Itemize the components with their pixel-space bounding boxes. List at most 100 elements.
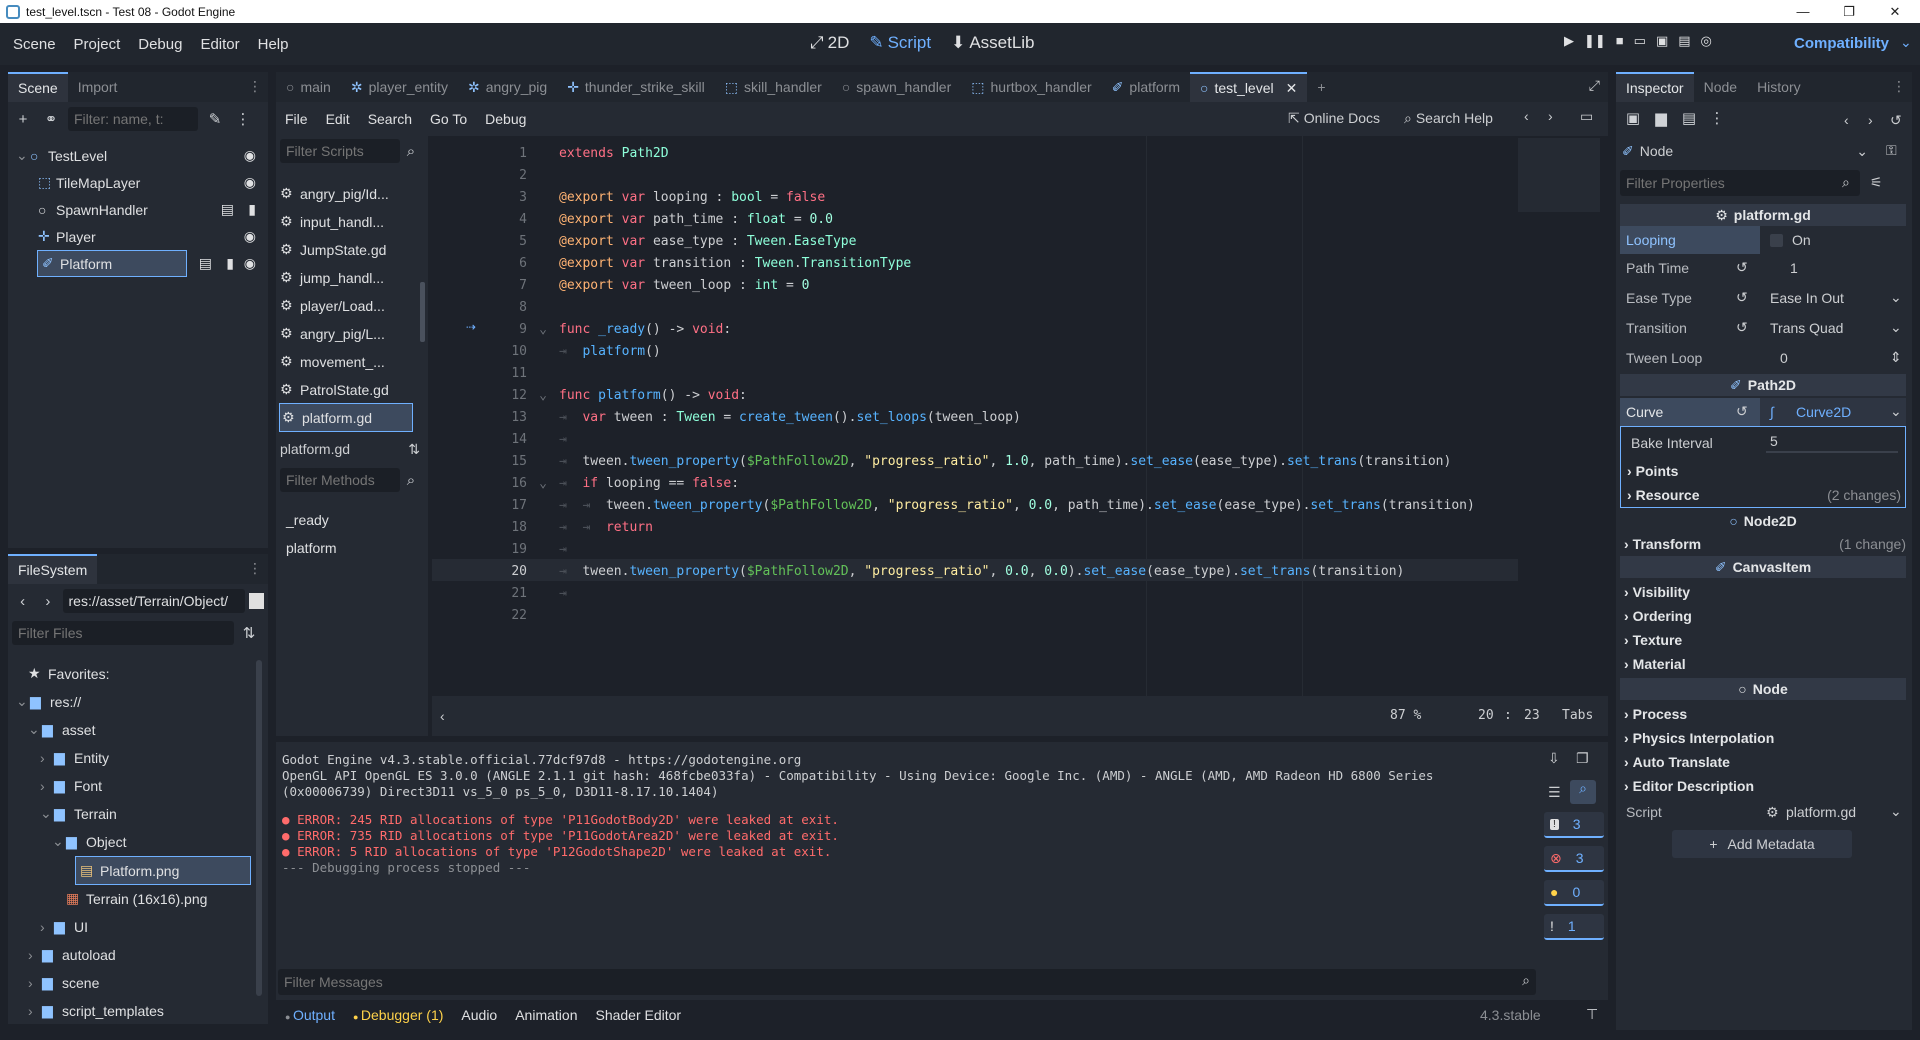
menu-project[interactable]: Project <box>65 36 130 53</box>
tab-spawn-handler[interactable]: ○ spawn_handler <box>832 72 961 102</box>
tree-node-player[interactable]: ✛ Player ◉ <box>38 223 264 250</box>
script-menu-goto[interactable]: Go To <box>421 111 476 127</box>
clear-log-icon[interactable]: ⇩ <box>1548 750 1560 767</box>
visibility-group[interactable]: › Visibility <box>1624 582 1850 602</box>
editor-description-group[interactable]: › Editor Description <box>1624 776 1850 796</box>
path-time-field[interactable]: 1 <box>1790 260 1798 276</box>
code-line[interactable]: 13 ⇥ var tween : Tween = create_tween (). s… <box>432 406 1020 428</box>
code-line[interactable]: 5 @export var ease_type : Tween. EaseType <box>432 230 856 252</box>
texture-group[interactable]: › Texture <box>1624 630 1850 650</box>
filter-files-input[interactable] <box>12 621 234 645</box>
path-field[interactable]: res://asset/Terrain/Object/ <box>62 589 245 613</box>
file-item-font[interactable]: › ▆ Font <box>40 772 102 799</box>
code-line[interactable]: 17 ⇥ ⇥ tween. tween_property($PathFollow2D… <box>432 494 1474 516</box>
file-item-favorites[interactable]: ★ Favorites: <box>28 660 109 687</box>
method-item[interactable]: _ready <box>286 506 329 533</box>
points-group[interactable]: › Points <box>1627 461 1853 481</box>
filter-scripts-input[interactable] <box>280 139 400 163</box>
tab-audio[interactable]: Audio <box>452 1007 506 1023</box>
tab-thunder-strike-skill[interactable]: ✛ thunder_strike_skill <box>557 72 715 102</box>
script-item[interactable]: ⚙ movement_... <box>280 348 385 375</box>
fold-gutter[interactable]: ⌄ <box>527 388 559 403</box>
code-line[interactable]: 22 <box>432 604 559 626</box>
script-item-selected[interactable]: ⚙ platform.gd <box>279 403 413 432</box>
back-icon[interactable]: ‹ <box>1844 112 1849 128</box>
search-help-button[interactable]: ⌕ Search Help <box>1404 110 1493 127</box>
file-item-terrain-png[interactable]: ▦ Terrain (16x16).png <box>66 885 207 912</box>
code-line[interactable]: 21 ⇥ <box>432 582 566 604</box>
script-item[interactable]: ⚙ PatrolState.gd <box>280 376 389 403</box>
script-menu-edit[interactable]: Edit <box>317 111 359 127</box>
distraction-free-icon[interactable]: ⤢ <box>1589 77 1600 94</box>
back-icon[interactable]: ‹ <box>12 590 33 612</box>
next-script-icon[interactable]: › <box>1548 108 1553 124</box>
workspace-2d-button[interactable]: ⤢ 2D <box>800 33 859 53</box>
revert-icon[interactable]: ↺ <box>1736 289 1748 306</box>
script-attached-icon[interactable]: ▮ <box>248 201 256 218</box>
code-line[interactable]: 19 ⇥ <box>432 538 566 560</box>
tree-node-spawnhandler[interactable]: ○ SpawnHandler ▤ ▮ <box>38 196 264 223</box>
tab-filesystem[interactable]: FileSystem <box>8 554 98 584</box>
script-item[interactable]: ⚙ jump_handl... <box>280 264 384 291</box>
process-group[interactable]: › Process <box>1624 704 1850 724</box>
code-line[interactable]: 8 <box>432 296 559 318</box>
toggle-panel-icon[interactable]: ▭ <box>1580 108 1593 125</box>
visibility-eye-icon[interactable]: ◉ <box>244 228 256 245</box>
code-line[interactable]: 16 ⌄ ⇥ if looping == false: <box>432 472 739 494</box>
workspace-script-button[interactable]: ✎ Script <box>859 33 941 53</box>
code-line[interactable]: 15 ⇥ tween. tween_property($PathFollow2D , … <box>432 450 1451 472</box>
workspace-assetlib-button[interactable]: ⬇ AssetLib <box>941 33 1044 53</box>
file-item-object[interactable]: ⌄ ▆ Object <box>52 828 126 855</box>
code-line[interactable]: 12 ⌄ func platform() -> void: <box>432 384 747 406</box>
attach-script-icon[interactable]: ✎ <box>204 108 226 130</box>
filter-editor-toggle[interactable]: ǃ1 <box>1544 914 1604 940</box>
material-group[interactable]: › Material <box>1624 654 1850 674</box>
close-window-button[interactable]: ✕ <box>1872 0 1918 23</box>
ordering-group[interactable]: › Ordering <box>1624 606 1850 626</box>
add-tab-icon[interactable]: + <box>1307 72 1335 102</box>
ease-type-select[interactable]: Ease In Out <box>1770 290 1844 306</box>
play-scene-icon[interactable]: ▣ <box>1656 33 1668 49</box>
dock-menu-icon[interactable]: ⋮ <box>248 78 262 95</box>
file-item-platform-png[interactable]: ▤ Platform.png <box>75 856 251 885</box>
filter-methods-input[interactable] <box>280 468 400 492</box>
copy-icon[interactable]: ❐ <box>1576 750 1589 767</box>
dock-menu-icon[interactable]: ⋮ <box>248 560 262 577</box>
save-icon[interactable]: ▤ <box>1678 107 1700 129</box>
tab-inspector[interactable]: Inspector <box>1616 72 1694 102</box>
file-item-terrain[interactable]: ⌄ ▆ Terrain <box>40 800 117 827</box>
sort-icon[interactable]: ⇅ <box>238 622 260 644</box>
scene-filter-input[interactable] <box>68 107 198 131</box>
method-item[interactable]: platform <box>286 534 337 561</box>
tab-player-entity[interactable]: ✲ player_entity <box>341 72 458 102</box>
filesystem-scrollbar[interactable] <box>256 660 262 996</box>
menu-editor[interactable]: Editor <box>191 36 248 53</box>
resource-group[interactable]: › Resource (2 changes) <box>1627 485 1901 505</box>
bake-interval-field[interactable]: 5 <box>1766 433 1898 453</box>
curve-resource-button[interactable]: Curve2D <box>1796 404 1851 420</box>
search-icon[interactable]: ⌕ <box>1570 780 1596 804</box>
looping-checkbox[interactable] <box>1770 234 1783 247</box>
file-item-scene[interactable]: › ▆ scene <box>28 969 99 996</box>
tab-angry-pig[interactable]: ✲ angry_pig <box>458 72 557 102</box>
code-line[interactable]: 9 ⌄ func _ready() -> void: <box>432 318 731 340</box>
file-item-ui[interactable]: › ▆ UI <box>40 913 88 940</box>
menu-scene[interactable]: Scene <box>4 36 65 53</box>
script-resource-button[interactable]: platform.gd <box>1786 804 1856 820</box>
tab-import[interactable]: Import <box>68 72 128 102</box>
visibility-eye-icon[interactable]: ◉ <box>244 147 256 164</box>
new-resource-icon[interactable]: ▣ <box>1622 107 1644 129</box>
script-item[interactable]: ⚙ angry_pig/L... <box>280 320 385 347</box>
node-selector[interactable]: ✐ Node ⌄ <box>1622 138 1872 164</box>
minimize-button[interactable]: — <box>1780 0 1826 23</box>
maximize-button[interactable]: ❐ <box>1826 0 1872 23</box>
file-item-script-templates[interactable]: › ▆ script_templates <box>28 997 164 1024</box>
code-line[interactable]: 7 @export var tween_loop : int = 0 <box>432 274 809 296</box>
clapboard-icon[interactable]: ▤ <box>221 201 234 218</box>
code-line[interactable]: 1 extends Path2D <box>432 142 668 164</box>
play-custom-icon[interactable]: ▤ <box>1678 33 1690 49</box>
forward-icon[interactable]: › <box>37 590 58 612</box>
script-list-scrollbar[interactable] <box>420 282 425 342</box>
filter-properties-input[interactable] <box>1620 170 1860 196</box>
revert-icon[interactable]: ↺ <box>1736 259 1748 276</box>
